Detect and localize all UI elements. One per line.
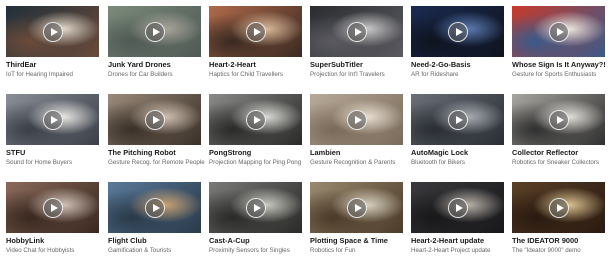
project-card[interactable]: Collector Reflector Robotics for Sneaker … [512, 94, 605, 167]
project-subtitle: Gesture Recog. for Remote People [108, 159, 205, 166]
play-icon[interactable] [447, 109, 468, 130]
play-icon[interactable] [144, 21, 165, 42]
play-icon[interactable] [548, 197, 569, 218]
project-title[interactable]: HobbyLink [6, 236, 99, 246]
project-title[interactable]: Collector Reflector [512, 148, 605, 158]
video-thumbnail[interactable] [411, 6, 504, 57]
video-thumbnail[interactable] [310, 182, 403, 233]
project-card[interactable]: AutoMagic Lock Bluetooth for Bikers [411, 94, 504, 167]
project-title[interactable]: Whose Sign Is It Anyway?! [512, 60, 606, 70]
project-card[interactable]: SuperSubTitler Projection for Int'l Trave… [310, 6, 403, 79]
play-icon[interactable] [548, 109, 569, 130]
project-card[interactable]: Lambien Gesture Recognition & Parents [310, 94, 403, 167]
project-subtitle: Gamification & Tourists [108, 247, 172, 254]
project-card[interactable]: Need-2-Go-Basis AR for Rideshare [411, 6, 504, 79]
project-title[interactable]: The Pitching Robot [108, 148, 201, 158]
video-thumbnail[interactable] [209, 6, 302, 57]
project-card[interactable]: Heart-2-Heart update Heart-2-Heart Projec… [411, 182, 504, 255]
project-card[interactable]: Cast-A-Cup Proximity Sensors for Singles [209, 182, 302, 255]
project-subtitle: Gesture Recognition & Parents [310, 159, 396, 166]
project-subtitle: Proximity Sensors for Singles [209, 247, 290, 254]
video-thumbnail[interactable] [108, 94, 201, 145]
play-icon[interactable] [42, 109, 63, 130]
project-subtitle: Robotics for Fun [310, 247, 356, 254]
project-card[interactable]: The Pitching Robot Gesture Recog. for Rem… [108, 94, 205, 167]
project-title[interactable]: Flight Club [108, 236, 201, 246]
project-title[interactable]: STFU [6, 148, 99, 158]
video-thumbnail[interactable] [209, 94, 302, 145]
video-thumbnail[interactable] [310, 94, 403, 145]
video-thumbnail[interactable] [6, 94, 99, 145]
project-subtitle: Robotics for Sneaker Collectors [512, 159, 600, 166]
project-card[interactable]: HobbyLink Video Chat for Hobbyists [6, 182, 99, 255]
project-title[interactable]: Junk Yard Drones [108, 60, 201, 70]
project-subtitle: Bluetooth for Bikers [411, 159, 465, 166]
project-title[interactable]: Heart-2-Heart [209, 60, 302, 70]
play-icon[interactable] [245, 109, 266, 130]
play-icon[interactable] [144, 109, 165, 130]
project-subtitle: IoT for Hearing Impaired [6, 71, 73, 78]
project-subtitle: Sound for Home Buyers [6, 159, 73, 166]
project-subtitle: Video Chat for Hobbyists [6, 247, 75, 254]
video-thumbnail[interactable] [512, 94, 605, 145]
project-title[interactable]: Cast-A-Cup [209, 236, 302, 246]
project-title[interactable]: The IDEATOR 9000 [512, 236, 605, 246]
play-icon[interactable] [447, 197, 468, 218]
video-thumbnail[interactable] [411, 182, 504, 233]
project-subtitle: Projection Mapping for Ping Pong [209, 159, 302, 166]
project-subtitle: Drones for Car Builders [108, 71, 173, 78]
project-card[interactable]: The IDEATOR 9000 The "Ideator 9000" demo [512, 182, 605, 255]
play-icon[interactable] [447, 21, 468, 42]
video-thumbnail[interactable] [6, 6, 99, 57]
play-icon[interactable] [346, 109, 367, 130]
project-card[interactable]: ThirdEar IoT for Hearing Impaired [6, 6, 99, 79]
play-icon[interactable] [42, 197, 63, 218]
project-subtitle: Heart-2-Heart Project update [411, 247, 491, 254]
project-title[interactable]: ThirdEar [6, 60, 99, 70]
project-subtitle: The "Ideator 9000" demo [512, 247, 581, 254]
project-card[interactable]: PongStrong Projection Mapping for Ping Po… [209, 94, 302, 167]
project-card[interactable]: STFU Sound for Home Buyers [6, 94, 99, 167]
video-thumbnail[interactable] [310, 6, 403, 57]
project-subtitle: AR for Rideshare [411, 71, 459, 78]
project-title[interactable]: Heart-2-Heart update [411, 236, 504, 246]
play-icon[interactable] [245, 197, 266, 218]
video-thumbnail[interactable] [512, 182, 605, 233]
project-title[interactable]: Plotting Space & Time [310, 236, 403, 246]
play-icon[interactable] [42, 21, 63, 42]
project-title[interactable]: Need-2-Go-Basis [411, 60, 504, 70]
project-subtitle: Projection for Int'l Travelers [310, 71, 385, 78]
project-subtitle: Haptics for Child Travellers [209, 71, 283, 78]
project-subtitle: Gesture for Sports Enthusiasts [512, 71, 597, 78]
video-thumbnail[interactable] [108, 6, 201, 57]
video-thumbnail[interactable] [6, 182, 99, 233]
video-thumbnail[interactable] [108, 182, 201, 233]
video-thumbnail[interactable] [512, 6, 605, 57]
project-video-grid: ThirdEar IoT for Hearing Impaired Junk Yar… [0, 0, 610, 263]
project-title[interactable]: SuperSubTitler [310, 60, 403, 70]
video-thumbnail[interactable] [209, 182, 302, 233]
project-title[interactable]: AutoMagic Lock [411, 148, 504, 158]
project-card[interactable]: Whose Sign Is It Anyway?! Gesture for Spo… [512, 6, 606, 79]
video-thumbnail[interactable] [411, 94, 504, 145]
project-card[interactable]: Heart-2-Heart Haptics for Child Traveller… [209, 6, 302, 79]
play-icon[interactable] [346, 197, 367, 218]
project-card[interactable]: Junk Yard Drones Drones for Car Builders [108, 6, 201, 79]
project-title[interactable]: PongStrong [209, 148, 302, 158]
project-card[interactable]: Flight Club Gamification & Tourists [108, 182, 201, 255]
play-icon[interactable] [245, 21, 266, 42]
play-icon[interactable] [548, 21, 569, 42]
play-icon[interactable] [346, 21, 367, 42]
project-title[interactable]: Lambien [310, 148, 403, 158]
project-card[interactable]: Plotting Space & Time Robotics for Fun [310, 182, 403, 255]
play-icon[interactable] [144, 197, 165, 218]
